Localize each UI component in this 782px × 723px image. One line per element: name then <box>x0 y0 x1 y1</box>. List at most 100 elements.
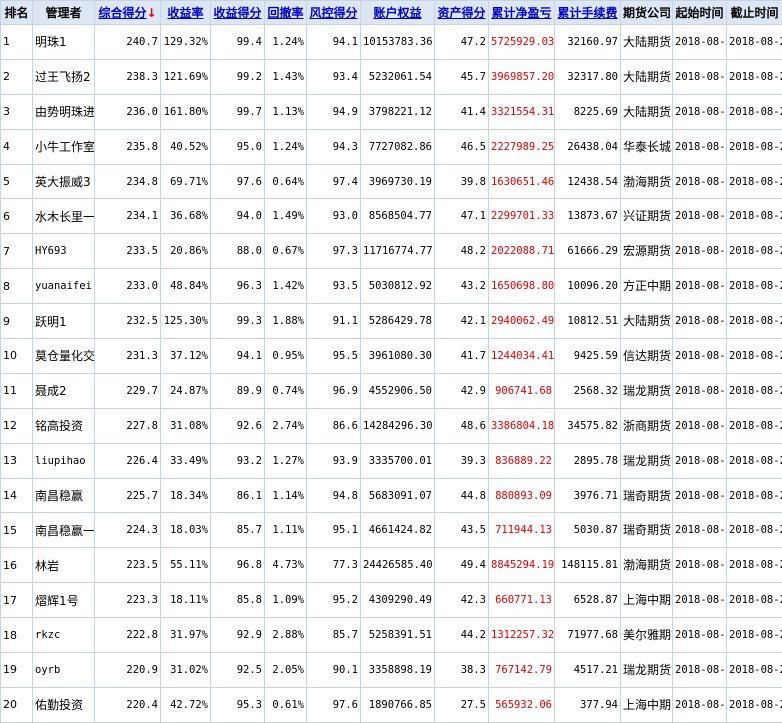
asset-score-cell: 45.7 <box>435 59 489 94</box>
return-score-cell: 96.8 <box>211 548 265 583</box>
fees-cell: 4517.21 <box>555 653 621 688</box>
manager-cell: 铭高投资 <box>33 408 95 443</box>
end-time-cell: 2018-08-21 <box>727 513 782 548</box>
col-header-net-pnl[interactable]: 累计净盈亏 <box>489 1 555 25</box>
asset-score-cell: 43.5 <box>435 513 489 548</box>
return-score-cell: 99.3 <box>211 304 265 339</box>
asset-score-cell: 43.2 <box>435 269 489 304</box>
table-row: 4小牛工作室235.840.52%95.01.24%94.37727082.86… <box>1 129 782 164</box>
equity-cell: 4309290.49 <box>361 583 435 618</box>
end-time-cell: 2018-08-21 <box>727 653 782 688</box>
return-score-cell: 99.2 <box>211 59 265 94</box>
return-score-cell: 92.5 <box>211 653 265 688</box>
drawdown-cell: 0.64% <box>265 164 307 199</box>
composite-score-cell: 232.5 <box>95 304 161 339</box>
composite-score-cell: 220.9 <box>95 653 161 688</box>
drawdown-cell: 1.24% <box>265 25 307 60</box>
return-score-cell: 95.3 <box>211 687 265 722</box>
col-header-equity[interactable]: 账户权益 <box>361 1 435 25</box>
asset-score-cell: 47.2 <box>435 25 489 60</box>
col-header-drawdown[interactable]: 回撤率 <box>265 1 307 25</box>
col-header-return-rate[interactable]: 收益率 <box>161 1 211 25</box>
table-row: 17熠辉1号223.318.11%85.81.09%95.24309290.49… <box>1 583 782 618</box>
rank-cell: 15 <box>1 513 33 548</box>
net-pnl-cell: 767142.79 <box>489 653 555 688</box>
table-row: 11聂成2229.724.87%89.90.74%96.94552906.504… <box>1 373 782 408</box>
fees-cell: 10096.20 <box>555 269 621 304</box>
col-header-return-score[interactable]: 收益得分 <box>211 1 265 25</box>
composite-score-cell: 234.8 <box>95 164 161 199</box>
col-header-risk-score[interactable]: 风控得分 <box>307 1 361 25</box>
net-pnl-cell: 2299701.33 <box>489 199 555 234</box>
company-cell: 信达期货 <box>621 339 673 374</box>
rank-cell: 3 <box>1 94 33 129</box>
fees-cell: 12438.54 <box>555 164 621 199</box>
return-score-cell: 85.7 <box>211 513 265 548</box>
drawdown-cell: 1.43% <box>265 59 307 94</box>
equity-cell: 3335700.01 <box>361 443 435 478</box>
asset-score-cell: 39.3 <box>435 443 489 478</box>
col-header-fees[interactable]: 累计手续费 <box>555 1 621 25</box>
return-rate-cell: 55.11% <box>161 548 211 583</box>
start-time-cell: 2018-08-01 <box>673 687 727 722</box>
company-cell: 瑞龙期货 <box>621 653 673 688</box>
drawdown-cell: 1.24% <box>265 129 307 164</box>
return-score-cell: 95.0 <box>211 129 265 164</box>
company-cell: 渤海期货 <box>621 548 673 583</box>
net-pnl-cell: 8845294.19 <box>489 548 555 583</box>
equity-cell: 11716774.77 <box>361 234 435 269</box>
risk-score-cell: 93.0 <box>307 199 361 234</box>
return-rate-cell: 18.34% <box>161 478 211 513</box>
start-time-cell: 2018-08-01 <box>673 408 727 443</box>
table-row: 9跃明1232.5125.30%99.31.88%91.15286429.784… <box>1 304 782 339</box>
manager-cell: 佑勤投资 <box>33 687 95 722</box>
company-cell: 上海中期 <box>621 687 673 722</box>
drawdown-cell: 0.61% <box>265 687 307 722</box>
return-rate-cell: 31.02% <box>161 653 211 688</box>
net-pnl-cell: 836889.22 <box>489 443 555 478</box>
net-pnl-cell: 711944.13 <box>489 513 555 548</box>
manager-cell: 水木长里一 <box>33 199 95 234</box>
risk-score-cell: 93.4 <box>307 59 361 94</box>
return-score-cell: 86.1 <box>211 478 265 513</box>
manager-cell: 南昌稳赢一 <box>33 513 95 548</box>
risk-score-cell: 97.6 <box>307 687 361 722</box>
risk-score-cell: 95.2 <box>307 583 361 618</box>
risk-score-cell: 94.9 <box>307 94 361 129</box>
ranking-table: 排名 管理者 综合得分↓ 收益率 收益得分 回撤率 风控得分 账户权益 资产得分… <box>0 0 782 723</box>
net-pnl-cell: 1630651.46 <box>489 164 555 199</box>
return-score-cell: 96.3 <box>211 269 265 304</box>
drawdown-cell: 4.73% <box>265 548 307 583</box>
fees-cell: 8225.69 <box>555 94 621 129</box>
end-time-cell: 2018-08-21 <box>727 199 782 234</box>
drawdown-cell: 0.95% <box>265 339 307 374</box>
net-pnl-cell: 1312257.32 <box>489 618 555 653</box>
return-rate-cell: 33.49% <box>161 443 211 478</box>
return-score-cell: 88.0 <box>211 234 265 269</box>
table-row: 14南昌稳赢225.718.34%86.11.14%94.85683091.07… <box>1 478 782 513</box>
asset-score-cell: 42.9 <box>435 373 489 408</box>
col-header-composite-score[interactable]: 综合得分↓ <box>95 1 161 25</box>
start-time-cell: 2018-08-01 <box>673 59 727 94</box>
return-rate-cell: 129.32% <box>161 25 211 60</box>
col-header-start-time: 起始时间 <box>673 1 727 25</box>
manager-cell: 熠辉1号 <box>33 583 95 618</box>
end-time-cell: 2018-08-21 <box>727 339 782 374</box>
start-time-cell: 2018-08-01 <box>673 618 727 653</box>
fees-cell: 10812.51 <box>555 304 621 339</box>
end-time-cell: 2018-08-21 <box>727 478 782 513</box>
net-pnl-cell: 660771.13 <box>489 583 555 618</box>
manager-cell: 小牛工作室 <box>33 129 95 164</box>
drawdown-cell: 2.74% <box>265 408 307 443</box>
return-score-cell: 85.8 <box>211 583 265 618</box>
net-pnl-cell: 5725929.03 <box>489 25 555 60</box>
equity-cell: 5683091.07 <box>361 478 435 513</box>
risk-score-cell: 93.5 <box>307 269 361 304</box>
composite-score-cell: 235.8 <box>95 129 161 164</box>
col-header-asset-score[interactable]: 资产得分 <box>435 1 489 25</box>
rank-cell: 9 <box>1 304 33 339</box>
equity-cell: 4661424.82 <box>361 513 435 548</box>
fees-cell: 2895.78 <box>555 443 621 478</box>
fees-cell: 148115.81 <box>555 548 621 583</box>
composite-score-cell: 220.4 <box>95 687 161 722</box>
